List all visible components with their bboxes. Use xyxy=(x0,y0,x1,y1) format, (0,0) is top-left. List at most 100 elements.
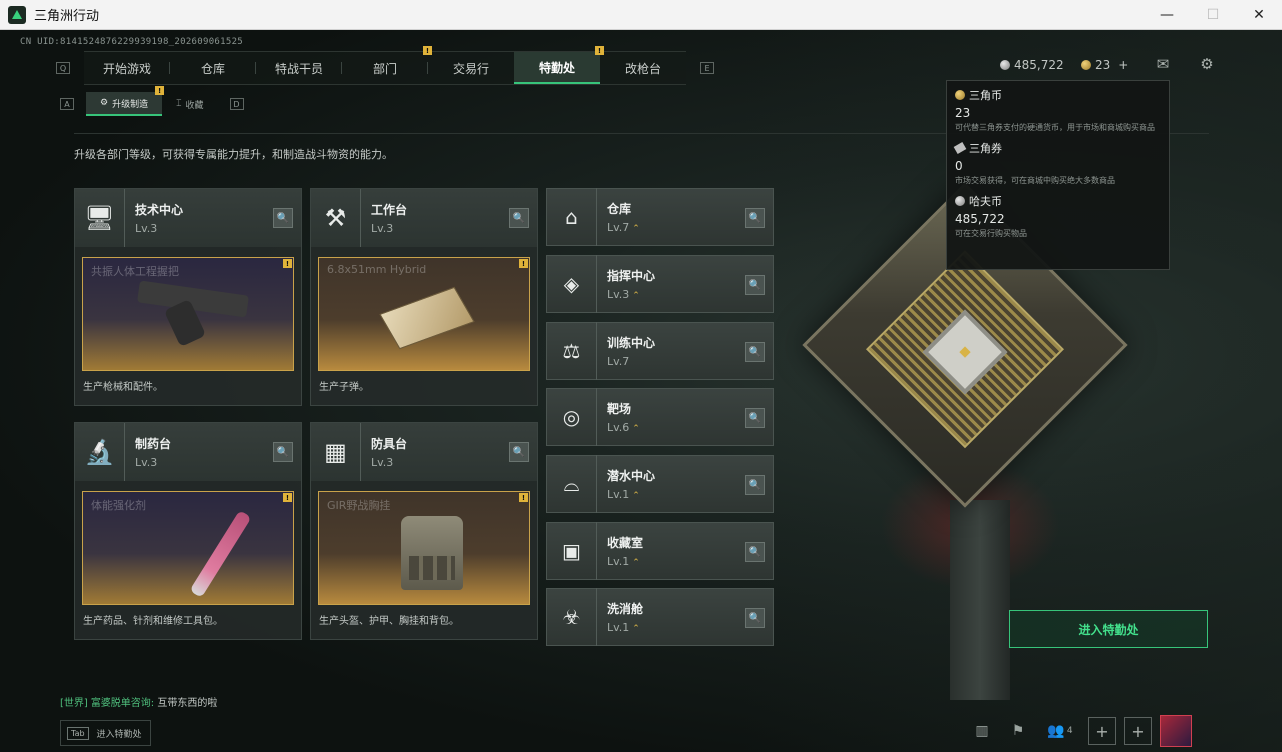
bottom-toolbar: ▥ ⚑ 👥 4 + + xyxy=(960,715,1192,747)
craft-icon: ⚙ xyxy=(100,98,109,108)
nav-prev-key[interactable]: Q xyxy=(56,62,70,74)
tooltip-item: 哈夫币 485,722 可在交易行购买物品 xyxy=(955,195,1027,238)
search-icon[interactable]: 🔍 xyxy=(509,442,529,462)
delta-coin-icon xyxy=(955,90,965,100)
currency-tooltip: 三角币 23 可代替三角券支付的硬通货币，用于市场和商城购买商品 三角券 0 市… xyxy=(946,80,1170,270)
facility-collection-room[interactable]: ▣ 收藏室 Lv.1 ⌃ 🔍 xyxy=(546,522,774,580)
window-controls: — ☐ ✕ xyxy=(1144,0,1282,30)
game-viewport: CN UID:8141524876229939198_202609061525 … xyxy=(0,30,1282,752)
collection-icon: ⌶ xyxy=(176,99,182,109)
facility-dive-center[interactable]: ⌓ 潜水中心 Lv.1 ⌃ 🔍 xyxy=(546,455,774,513)
tools-icon: ⚒ xyxy=(311,189,361,247)
add-party-slot-button[interactable]: + xyxy=(1088,717,1116,745)
blocks-icon: ▦ xyxy=(311,423,361,481)
biohazard-icon: ☣ xyxy=(547,588,597,646)
subnav-prev-key[interactable]: A xyxy=(60,98,74,110)
search-icon[interactable]: 🔍 xyxy=(273,442,293,462)
upgrade-arrow-icon: ⌃ xyxy=(632,624,640,634)
product-slot[interactable]: GIR野战胸挂 ! xyxy=(318,491,530,605)
tab-operators[interactable]: 特战干员 xyxy=(256,52,342,84)
tooltip-item: 三角券 0 市场交易获得，可在商城中购买绝大多数商品 xyxy=(953,142,1115,185)
card-footer: 生产枪械和配件。 xyxy=(83,382,163,393)
window-title: 三角洲行动 xyxy=(34,9,100,24)
avatar[interactable] xyxy=(1160,715,1192,747)
tab-warehouse[interactable]: 仓库 xyxy=(170,52,256,84)
syringe-image xyxy=(189,510,252,598)
tab-special-ops[interactable]: 特勤处! xyxy=(514,46,604,84)
notification-badge: ! xyxy=(155,86,165,95)
target-icon: ◎ xyxy=(547,388,597,446)
ammo-box-image xyxy=(379,286,475,350)
card-footer: 生产子弹。 xyxy=(319,382,369,393)
stats-chart-icon[interactable]: ▥ xyxy=(968,717,996,745)
safe-icon: ▣ xyxy=(547,522,597,580)
card-footer: 生产头盔、护甲、胸挂和背包。 xyxy=(319,616,459,627)
nav-next-key[interactable]: E xyxy=(700,62,714,74)
havoc-coin-icon xyxy=(955,196,965,206)
card-pharmacy[interactable]: 🔬 制药台 Lv.3 🔍 体能强化剂 ! 生产药品、针剂和维修工具包。 xyxy=(74,422,302,640)
warehouse-icon: ⌂ xyxy=(547,188,597,246)
facility-decon-chamber[interactable]: ☣ 洗消舱 Lv.1 ⌃ 🔍 xyxy=(546,588,774,646)
upgrade-arrow-icon: ⌃ xyxy=(632,424,640,434)
enter-special-ops-button[interactable]: 进入特勤处 xyxy=(1009,610,1208,648)
add-party-slot-button[interactable]: + xyxy=(1124,717,1152,745)
subnav-next-key[interactable]: D xyxy=(229,98,244,110)
notification-badge: ! xyxy=(519,259,528,268)
scene-pillar xyxy=(950,500,1010,700)
card-armor-bench[interactable]: ▦ 防具台 Lv.3 🔍 GIR野战胸挂 ! 生产头盔、护甲、胸挂和背包。 xyxy=(310,422,538,640)
product-slot[interactable]: 体能强化剂 ! xyxy=(82,491,294,605)
add-currency-button[interactable]: + xyxy=(1118,58,1128,72)
search-icon[interactable]: 🔍 xyxy=(745,475,765,495)
tab-gunsmith[interactable]: 改枪台 xyxy=(600,52,686,84)
tab-department[interactable]: 部门! xyxy=(342,46,432,84)
minimize-button[interactable]: — xyxy=(1144,0,1190,30)
close-button[interactable]: ✕ xyxy=(1236,0,1282,30)
search-icon[interactable]: 🔍 xyxy=(745,275,765,295)
search-icon[interactable]: 🔍 xyxy=(745,342,765,362)
diamond-target-icon: ◈ xyxy=(547,255,597,313)
search-icon[interactable]: 🔍 xyxy=(273,208,293,228)
search-icon[interactable]: 🔍 xyxy=(745,608,765,628)
notification-badge: ! xyxy=(519,493,528,502)
product-slot[interactable]: 6.8x51mm Hybrid ! xyxy=(318,257,530,371)
tab-trading[interactable]: 交易行 xyxy=(428,52,514,84)
settings-gear-icon[interactable]: ⚙ xyxy=(1197,55,1217,73)
tooltip-item: 三角币 23 可代替三角券支付的硬通货币，用于市场和商城购买商品 xyxy=(955,89,1155,132)
currency-silver[interactable]: 485,722 xyxy=(1000,58,1064,72)
upgrade-arrow-icon: ⌃ xyxy=(632,491,640,501)
main-nav: Q 开始游戏 仓库 特战干员 部门! 交易行 特勤处! 改枪台 E xyxy=(56,46,714,85)
window-titlebar: 三角洲行动 — ☐ ✕ xyxy=(0,0,1282,30)
notification-badge: ! xyxy=(283,259,292,268)
facility-warehouse[interactable]: ⌂ 仓库 Lv.7 ⌃ 🔍 xyxy=(546,188,774,246)
search-icon[interactable]: 🔍 xyxy=(745,208,765,228)
goggles-icon: ⌓ xyxy=(547,455,597,513)
search-icon[interactable]: 🔍 xyxy=(509,208,529,228)
subtab-collection[interactable]: ⌶ 收藏 xyxy=(162,92,217,116)
card-footer: 生产药品、针剂和维修工具包。 xyxy=(83,616,223,627)
tab-start-game[interactable]: 开始游戏 xyxy=(84,52,170,84)
tab-shortcut-hint[interactable]: Tab 进入特勤处 xyxy=(60,720,151,746)
delta-coin-icon xyxy=(1081,60,1091,70)
friends-icon[interactable]: 👥 4 xyxy=(1040,717,1080,745)
search-icon[interactable]: 🔍 xyxy=(745,408,765,428)
product-slot[interactable]: 共振人体工程握把 ! xyxy=(82,257,294,371)
facility-shooting-range[interactable]: ◎ 靶场 Lv.6 ⌃ 🔍 xyxy=(546,388,774,446)
currency-gold[interactable]: 23 + xyxy=(1081,58,1128,72)
notification-badge: ! xyxy=(283,493,292,502)
app-logo-icon xyxy=(8,5,26,24)
facility-command-center[interactable]: ◈ 指挥中心 Lv.3 ⌃ 🔍 xyxy=(546,255,774,313)
flag-icon[interactable]: ⚑ xyxy=(1004,717,1032,745)
page-description: 升级各部门等级，可获得专属能力提升，和制造战斗物资的能力。 xyxy=(74,148,393,161)
microscope-icon: 🔬 xyxy=(75,423,125,481)
upgrade-arrow-icon: ⌃ xyxy=(632,558,640,568)
search-icon[interactable]: 🔍 xyxy=(745,542,765,562)
mail-icon[interactable]: ✉ xyxy=(1153,55,1173,73)
card-tech-center[interactable]: 🖥 技术中心 Lv.3 🔍 共振人体工程握把 ! 生产枪械和配件。 xyxy=(74,188,302,406)
chat-message[interactable]: [世界] 富婆脱单咨询: 互带东西的啦 xyxy=(60,694,217,709)
card-workbench[interactable]: ⚒ 工作台 Lv.3 🔍 6.8x51mm Hybrid ! 生产子弹。 xyxy=(310,188,538,406)
facility-training-center[interactable]: ⚖ 训练中心 Lv.7 🔍 xyxy=(546,322,774,380)
maximize-button[interactable]: ☐ xyxy=(1190,0,1236,30)
upgrade-arrow-icon: ⌃ xyxy=(632,224,640,234)
player-uid: CN UID:8141524876229939198_202609061525 xyxy=(20,37,244,47)
subtab-upgrade-craft[interactable]: ⚙ 升级制造 ! xyxy=(86,86,165,116)
